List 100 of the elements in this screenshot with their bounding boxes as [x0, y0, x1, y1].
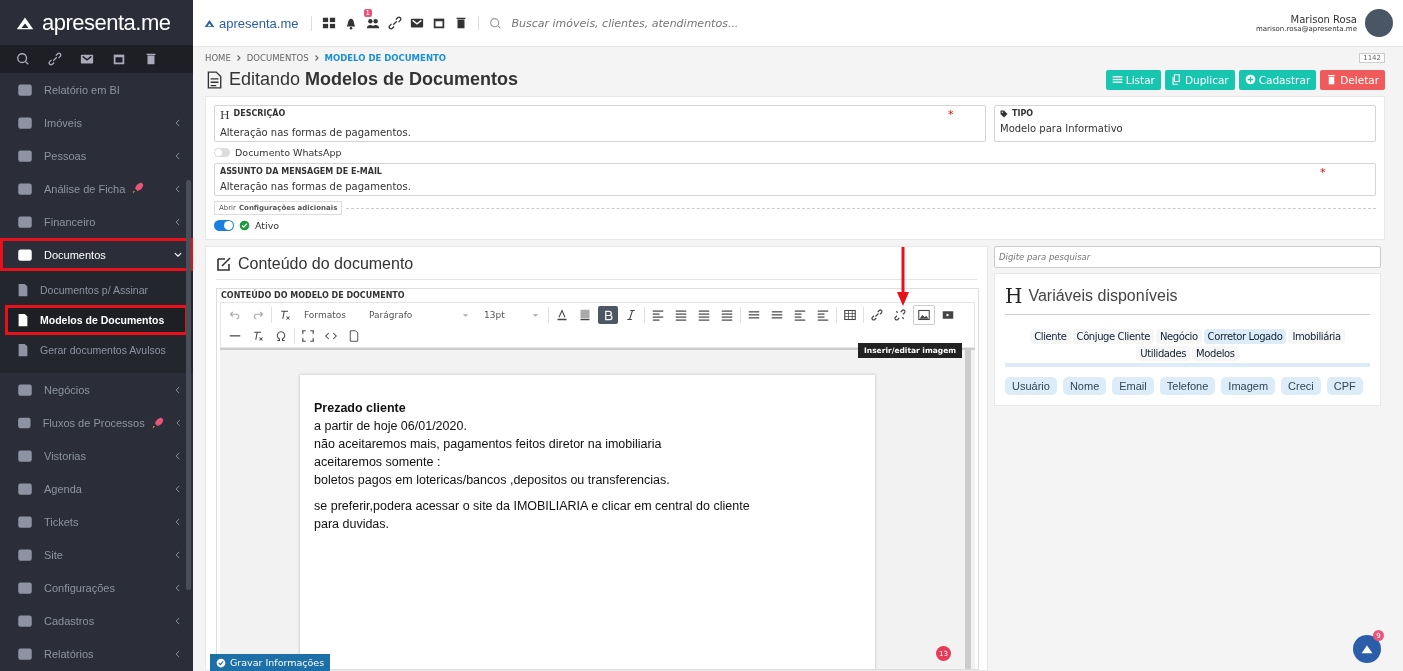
- document-icon: [16, 283, 30, 298]
- link-icon: [387, 16, 402, 30]
- type-dropdown[interactable]: Modelo para Informativo: [1000, 123, 1370, 134]
- search-icon: [16, 52, 30, 67]
- variable-chip[interactable]: Imagem: [1221, 377, 1276, 395]
- document-text: aceitaremos somente :: [314, 454, 442, 471]
- avatar[interactable]: [1365, 9, 1393, 37]
- bold-button[interactable]: [598, 306, 618, 324]
- search-field[interactable]: Buscar imóveis, clientes, atendimentos...: [509, 15, 1246, 31]
- variable-chip[interactable]: Email: [1112, 377, 1154, 395]
- search-icon: [488, 16, 502, 30]
- variable-chip[interactable]: CPF: [1326, 377, 1363, 395]
- document-text: para duvidas.: [314, 516, 391, 533]
- add-icon: [1244, 74, 1256, 85]
- category-tab[interactable]: Modelos: [1192, 346, 1239, 361]
- category-tab[interactable]: Imobiliária: [1288, 329, 1345, 344]
- category-tab[interactable]: Negócio: [1155, 329, 1202, 344]
- tool-icon: [698, 309, 710, 321]
- sidebar-item[interactable]: Site: [0, 538, 193, 572]
- tool-icon: [252, 330, 264, 342]
- caret-icon: [532, 311, 539, 319]
- category-tab[interactable]: Corretor Logado: [1203, 329, 1287, 344]
- check-circle-icon: [239, 220, 250, 231]
- tool-icon: [556, 309, 568, 321]
- sidebar-subitem[interactable]: Documentos p/ Assinar: [5, 275, 188, 306]
- chevron-icon: [173, 616, 183, 627]
- sidebar-item[interactable]: Relatórios: [0, 637, 193, 671]
- sidebar-item[interactable]: Cadastros: [0, 604, 193, 638]
- document-text: a partir de hoje 06/01/2020.: [314, 418, 468, 435]
- tool-icon: [348, 330, 360, 342]
- chevron-icon: [173, 117, 183, 128]
- chevron-icon: [173, 484, 183, 495]
- category-tab[interactable]: Utilidades: [1136, 346, 1191, 361]
- variable-chip[interactable]: Nome: [1062, 377, 1107, 395]
- toggle-label: Ativo: [255, 220, 280, 231]
- subject-field[interactable]: Alteração nas formas de pagamentos.: [220, 181, 1370, 192]
- field-label: CONTEÚDO DO MODELO DE DOCUMENTO: [220, 289, 406, 302]
- tool-icon: [229, 309, 241, 321]
- chevron-icon: [173, 583, 183, 594]
- trash-icon: [144, 52, 158, 67]
- copy-icon: [1170, 74, 1182, 85]
- variable-chip[interactable]: Creci: [1281, 377, 1321, 395]
- sidebar-subitem[interactable]: Gerar documentos Avulsos: [5, 335, 188, 366]
- category-tab[interactable]: Cônjuge Cliente: [1072, 329, 1154, 344]
- description-field[interactable]: Alteração nas formas de pagamentos.: [220, 127, 980, 138]
- trash-icon: [1326, 74, 1338, 85]
- format-dropdown[interactable]: Parágrafo: [363, 306, 475, 324]
- chevron-icon: [173, 418, 183, 428]
- tool-icon: [625, 309, 637, 321]
- tool-icon: [794, 309, 806, 321]
- sidebar-item[interactable]: Tickets: [0, 505, 193, 539]
- required-mark: *: [948, 108, 954, 121]
- tag-icon: [1000, 109, 1008, 118]
- logo-icon: [1360, 643, 1374, 655]
- sidebar-item[interactable]: Vistorias: [0, 439, 193, 473]
- image-button[interactable]: [913, 305, 935, 325]
- sidebar-item[interactable]: Pessoas: [0, 139, 193, 173]
- brand-logo-text[interactable]: apresenta.me: [219, 15, 299, 31]
- format-dropdown[interactable]: 13pt: [478, 306, 545, 324]
- toggle-switch[interactable]: [214, 220, 234, 231]
- chevron-right-icon: [312, 54, 321, 62]
- search-field[interactable]: Digite para pesquisar: [994, 246, 1381, 268]
- save-button[interactable]: Gravar Informações: [210, 654, 331, 671]
- sidebar-item[interactable]: Financeiro: [0, 205, 193, 239]
- breadcrumb-link[interactable]: HOME: [205, 53, 231, 63]
- sidebar-subitem[interactable]: Modelos de Documentos: [5, 305, 188, 336]
- document-icon: [16, 343, 30, 358]
- tool-icon: [721, 309, 733, 321]
- sidebar-item[interactable]: Agenda: [0, 472, 193, 506]
- check-icon: [216, 657, 226, 668]
- grid-icon: [321, 16, 336, 30]
- breadcrumb-link[interactable]: DOCUMENTOS: [246, 53, 309, 63]
- chevron-icon: [173, 150, 183, 161]
- sidebar-item[interactable]: Configurações: [0, 571, 193, 605]
- toggle-switch[interactable]: [214, 148, 230, 157]
- chevron-right-icon: [234, 54, 243, 62]
- tool-icon: [675, 309, 687, 321]
- tool-icon: [652, 309, 664, 321]
- sidebar-item[interactable]: Negócios: [0, 373, 193, 407]
- link-icon: [48, 52, 62, 67]
- variable-chip[interactable]: Telefone: [1159, 377, 1216, 395]
- rocket-icon: [150, 416, 164, 430]
- document-icon: [16, 313, 30, 328]
- sidebar-item[interactable]: Imóveis: [0, 106, 193, 140]
- sidebar-item[interactable]: Fluxos de Processos: [0, 406, 193, 440]
- brand-logo-text[interactable]: apresenta.me: [42, 9, 171, 36]
- field-label: ASSUNTO DA MENSAGEM DE E-MAIL: [220, 167, 382, 176]
- variable-chip[interactable]: Usuário: [1005, 377, 1057, 395]
- sidebar-item[interactable]: Documentos: [0, 238, 193, 272]
- section-title: Conteúdo do documento: [238, 255, 414, 273]
- sidebar-item[interactable]: Relatório em BI: [0, 73, 193, 107]
- category-tab[interactable]: Cliente: [1030, 329, 1071, 344]
- tool-icon: [252, 309, 264, 321]
- page-title: Editando Modelos de Documentos: [229, 69, 519, 90]
- tool-icon: [279, 309, 291, 321]
- calendar-icon: [112, 52, 126, 67]
- sidebar-item[interactable]: Análise de Ficha: [0, 172, 193, 206]
- format-dropdown[interactable]: Formatos: [298, 306, 360, 324]
- document-text: boletos pagos em lotericas/bancos ,depositos ou transferencias.: [314, 472, 671, 489]
- document-text: não aceitaremos mais, pagamentos feitos diretor na imobiliaria: [314, 436, 663, 453]
